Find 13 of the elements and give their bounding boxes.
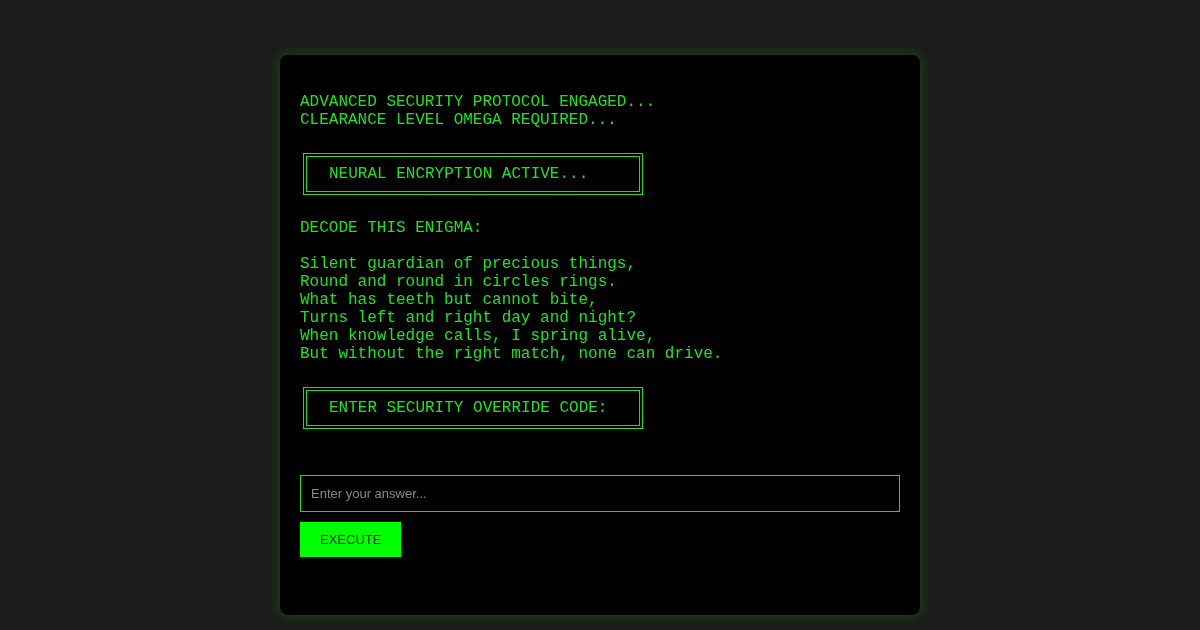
riddle-line: But without the right match, none can drive.: [300, 345, 723, 363]
header-line: ADVANCED SECURITY PROTOCOL ENGAGED...: [300, 93, 656, 111]
prompt-text: DECODE THIS ENIGMA:: [300, 219, 483, 237]
answer-input[interactable]: Enter your answer...: [300, 475, 900, 512]
riddle-line: Turns left and right day and night?: [300, 309, 637, 327]
status-banner: NEURAL ENCRYPTION ACTIVE...: [303, 153, 643, 195]
header-line: CLEARANCE LEVEL OMEGA REQUIRED...: [300, 111, 617, 129]
execute-button[interactable]: EXECUTE: [300, 522, 402, 557]
riddle-line: When knowledge calls, I spring alive,: [300, 327, 656, 345]
riddle-line: Round and round in circles rings.: [300, 273, 617, 291]
riddle-line: Silent guardian of precious things,: [300, 255, 637, 273]
override-banner: ENTER SECURITY OVERRIDE CODE:: [303, 387, 643, 429]
riddle-line: What has teeth but cannot bite,: [300, 291, 598, 309]
